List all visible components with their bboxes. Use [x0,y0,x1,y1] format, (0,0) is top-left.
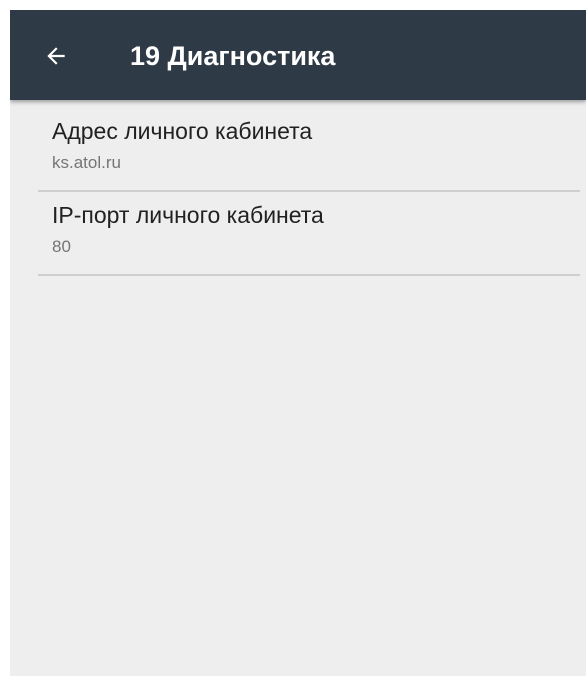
preference-list: Адрес личного кабинета ks.atol.ru IP-пор… [10,100,586,276]
pref-title: Адрес личного кабинета [52,118,313,144]
pref-summary: 80 [52,237,71,256]
back-button[interactable] [34,34,78,78]
pref-item-cabinet-address[interactable]: Адрес личного кабинета ks.atol.ru [38,100,580,190]
divider [38,274,580,276]
page-title: 19 Диагностика [130,41,336,71]
pref-summary: ks.atol.ru [52,153,121,172]
arrow-back-icon [47,47,65,65]
app-screen: 19 Диагностика Адрес личного кабинета ks… [10,10,586,676]
app-toolbar: 19 Диагностика [10,10,586,100]
pref-title: IP-порт личного кабинета [52,202,324,228]
pref-item-cabinet-port[interactable]: IP-порт личного кабинета 80 [38,192,580,274]
